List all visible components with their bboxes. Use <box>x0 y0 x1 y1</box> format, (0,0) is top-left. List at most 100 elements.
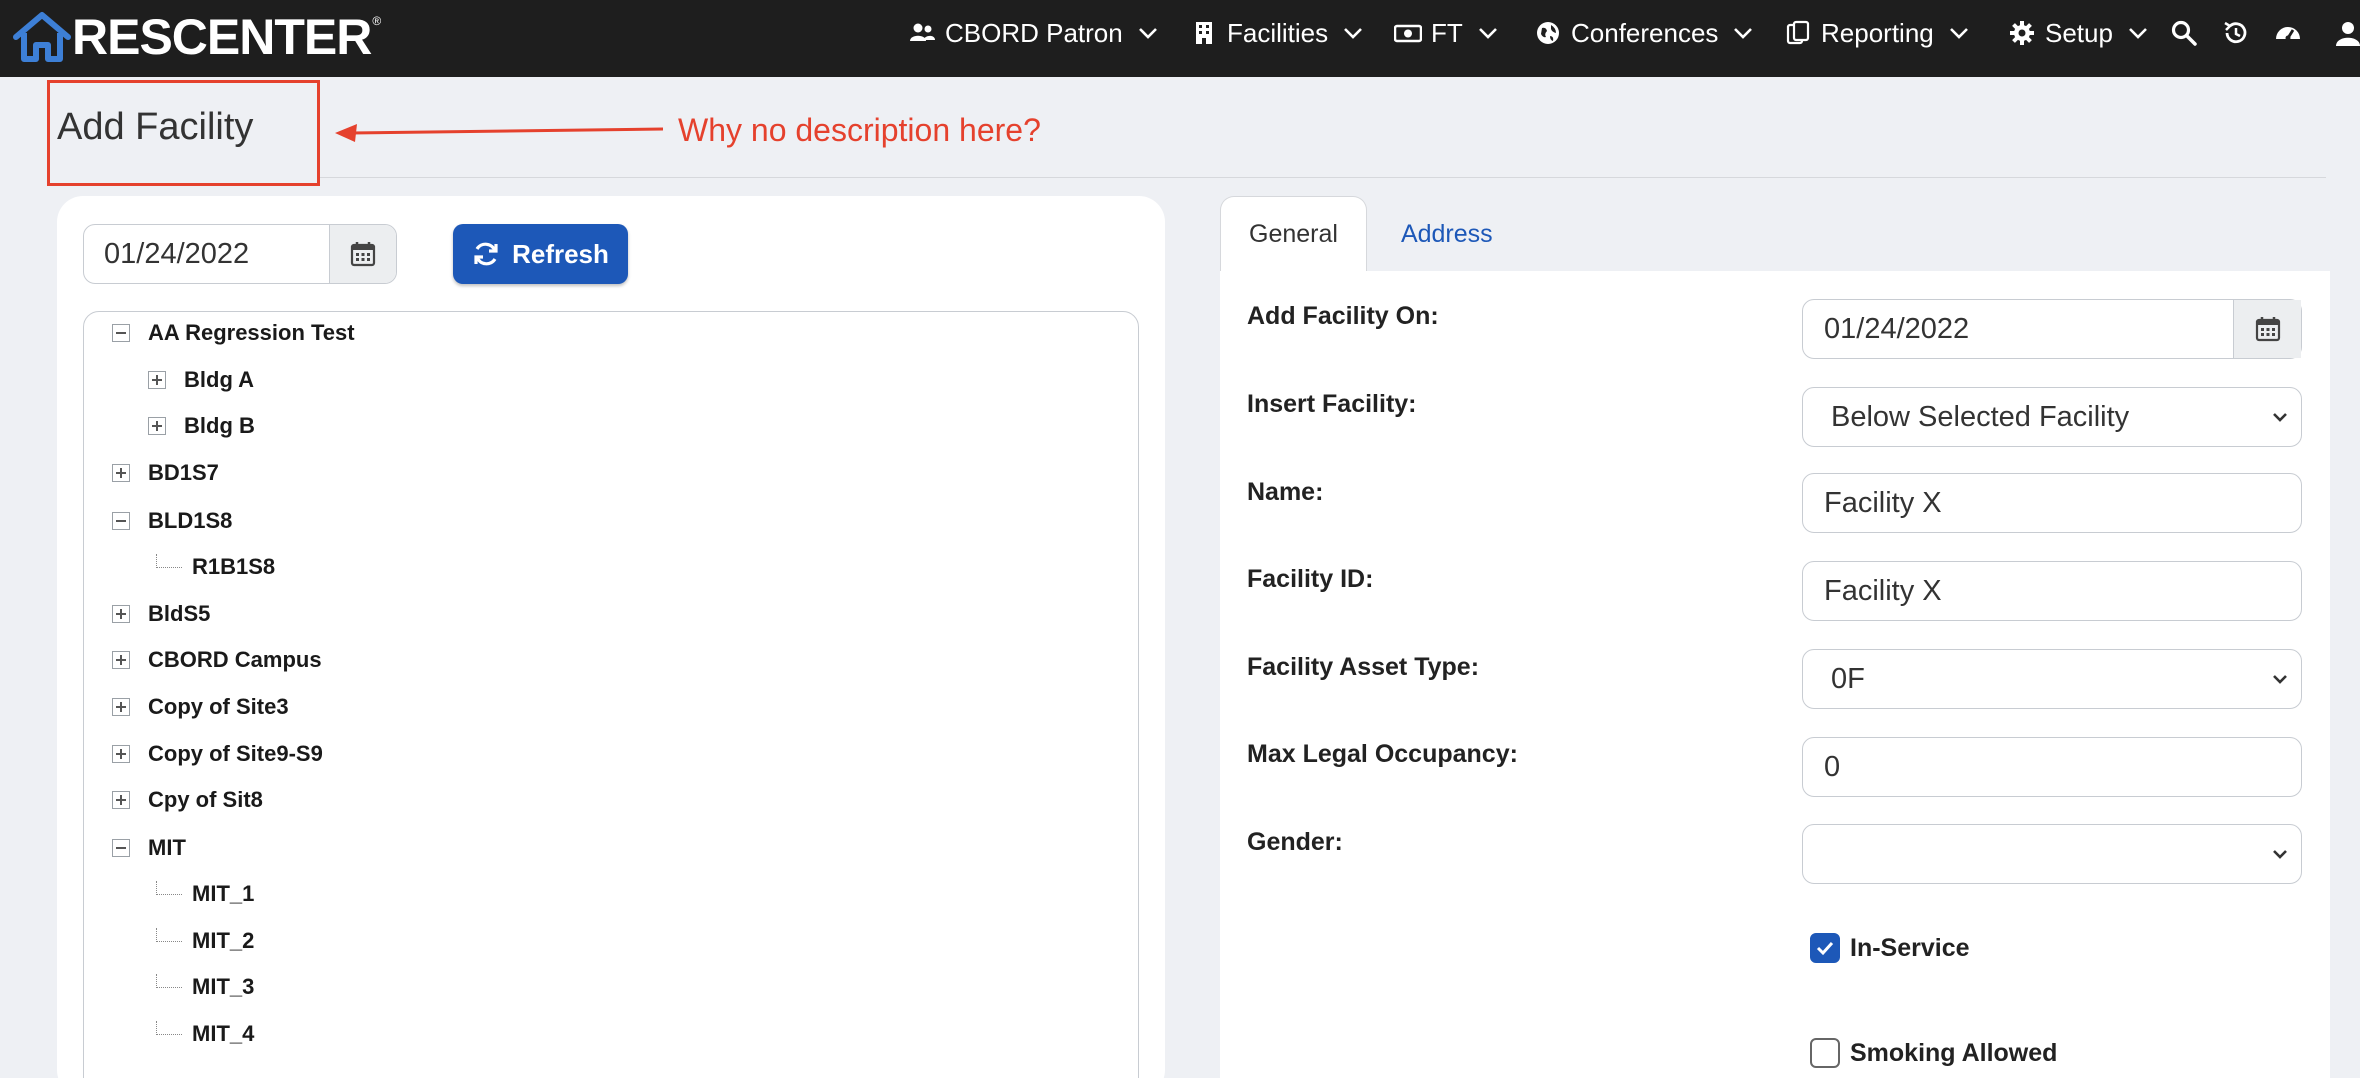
facility-tree-panel: Refresh AA Regression Test Bldg A Bldg B… <box>57 196 1165 1078</box>
facility-id-value: Facility X <box>1824 574 1942 607</box>
tree-node-label: BD1S7 <box>148 460 219 485</box>
nav-conferences[interactable]: Conferences <box>1534 0 1754 66</box>
in-service-checkbox-row[interactable]: In-Service <box>1810 933 1970 963</box>
insert-facility-select[interactable]: Below Selected Facility <box>1802 387 2302 447</box>
tree-node[interactable]: Bldg B <box>148 411 255 441</box>
expand-icon[interactable] <box>148 371 166 389</box>
nav-ft[interactable]: FT <box>1394 0 1499 66</box>
tree-node[interactable]: CBORD Campus <box>112 645 322 675</box>
tree-node-label: MIT_3 <box>192 974 255 999</box>
in-service-label: In-Service <box>1850 933 1970 962</box>
nav-facilities[interactable]: Facilities <box>1190 0 1364 66</box>
tree-node-label: Copy of Site3 <box>148 694 289 719</box>
tree-node-label: R1B1S8 <box>192 554 276 579</box>
tab-address[interactable]: Address <box>1367 196 1521 272</box>
nav-label: Reporting <box>1821 17 1934 48</box>
nav-cbord-patron[interactable]: CBORD Patron <box>908 0 1159 66</box>
chevron-down-icon <box>1344 28 1363 39</box>
collapse-icon[interactable] <box>112 512 130 530</box>
chevron-down-icon <box>1478 28 1497 39</box>
expand-icon[interactable] <box>112 605 130 623</box>
chevron-down-icon <box>2129 28 2147 39</box>
nav-label: CBORD Patron <box>945 17 1123 48</box>
globe-icon <box>1534 19 1562 47</box>
expand-icon[interactable] <box>148 417 166 435</box>
tree-node-label: BldS5 <box>148 601 211 626</box>
facility-tabs: General Address <box>1220 196 1521 272</box>
history-icon[interactable] <box>2222 19 2250 47</box>
tree-node[interactable]: Bldg A <box>148 365 254 395</box>
chevron-down-icon <box>1734 28 1753 39</box>
tree-node-label: Cpy of Sit8 <box>148 787 263 812</box>
tree-node[interactable]: MIT_3 <box>156 972 254 1002</box>
tree-node[interactable]: Copy of Site3 <box>112 692 289 722</box>
chevron-down-icon <box>2273 675 2287 684</box>
tree-node[interactable]: BLD1S8 <box>112 506 232 536</box>
tree-node-label: MIT_2 <box>192 928 255 953</box>
tree-node[interactable]: MIT_1 <box>156 879 254 909</box>
expand-icon[interactable] <box>112 464 130 482</box>
collapse-icon[interactable] <box>112 324 130 342</box>
tree-node-label: MIT <box>148 835 186 860</box>
annotation-highlight-box <box>47 80 320 186</box>
calendar-icon <box>2255 317 2280 342</box>
name-input[interactable]: Facility X <box>1802 473 2302 533</box>
tree-calendar-button[interactable] <box>329 225 396 283</box>
tree-node[interactable]: BldS5 <box>112 599 210 629</box>
dashboard-icon[interactable] <box>2274 19 2302 47</box>
facility-id-input[interactable]: Facility X <box>1802 561 2302 621</box>
brand-logo[interactable]: RESCENTER ® <box>10 4 381 70</box>
in-service-checkbox[interactable] <box>1810 933 1840 963</box>
add-facility-calendar-button[interactable] <box>2233 300 2301 358</box>
user-icon[interactable] <box>2334 19 2360 47</box>
smoking-checkbox[interactable] <box>1810 1038 1840 1068</box>
tree-node[interactable]: MIT <box>112 833 186 863</box>
tree-branch-line <box>156 974 182 988</box>
expand-icon[interactable] <box>112 745 130 763</box>
add-facility-on-value: 01/24/2022 <box>1824 312 1970 345</box>
nav-label: Facilities <box>1227 17 1329 48</box>
tree-node[interactable]: R1B1S8 <box>156 552 275 582</box>
nav-label: FT <box>1431 17 1463 48</box>
tree-node[interactable]: BD1S7 <box>112 458 219 488</box>
facility-tree[interactable]: AA Regression Test Bldg A Bldg B BD1S7 B… <box>83 311 1139 1078</box>
search-icon[interactable] <box>2170 19 2198 47</box>
tree-node[interactable]: MIT_4 <box>156 1019 254 1049</box>
nav-reporting[interactable]: Reporting <box>1784 0 1970 66</box>
add-facility-on-field[interactable]: 01/24/2022 <box>1802 299 2302 359</box>
tree-node-label: Copy of Site9-S9 <box>148 741 323 766</box>
nav-setup[interactable]: Setup <box>2008 0 2149 66</box>
tree-node[interactable]: Copy of Site9-S9 <box>112 739 323 769</box>
gear-icon <box>2008 19 2036 47</box>
tree-node[interactable]: MIT_2 <box>156 926 254 956</box>
smoking-checkbox-row[interactable]: Smoking Allowed <box>1810 1038 2057 1068</box>
refresh-label: Refresh <box>512 238 609 269</box>
gender-select[interactable] <box>1802 824 2302 884</box>
home-icon <box>13 12 71 62</box>
asset-type-label: Facility Asset Type: <box>1247 653 1480 681</box>
tab-general[interactable]: General <box>1220 196 1367 272</box>
title-divider <box>318 177 2326 178</box>
collapse-icon[interactable] <box>112 839 130 857</box>
money-icon <box>1394 19 1422 47</box>
tree-node-label: BLD1S8 <box>148 508 233 533</box>
tree-node[interactable]: Cpy of Sit8 <box>112 785 263 815</box>
expand-icon[interactable] <box>112 651 130 669</box>
smoking-label: Smoking Allowed <box>1850 1038 2058 1067</box>
users-icon <box>908 19 936 47</box>
refresh-button[interactable]: Refresh <box>453 224 628 284</box>
tree-node[interactable]: AA Regression Test <box>112 318 355 348</box>
nav-label: Conferences <box>1571 17 1719 48</box>
nav-label: Setup <box>2045 17 2113 48</box>
tree-branch-line <box>156 1021 182 1035</box>
brand-name: RESCENTER <box>72 9 372 65</box>
calendar-icon <box>350 242 376 267</box>
max-occupancy-input[interactable]: 0 <box>1802 737 2302 797</box>
asset-type-select[interactable]: 0F <box>1802 649 2302 709</box>
chevron-down-icon <box>2273 850 2287 859</box>
expand-icon[interactable] <box>112 698 130 716</box>
max-occupancy-label: Max Legal Occupancy: <box>1247 740 1518 768</box>
chevron-down-icon <box>1138 28 1157 39</box>
tree-date-input[interactable] <box>84 225 329 283</box>
expand-icon[interactable] <box>112 791 130 809</box>
